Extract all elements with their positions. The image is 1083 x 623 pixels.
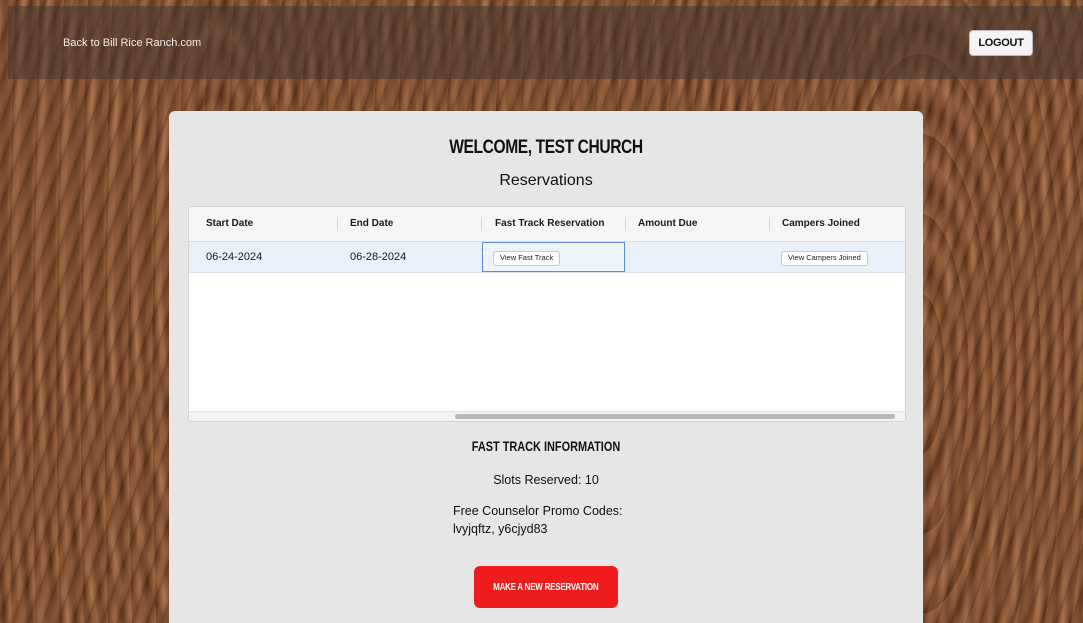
make-new-reservation-button[interactable]: MAKE A NEW RESERVATION [474,566,618,608]
promo-codes-label: Free Counselor Promo Codes: [453,504,623,518]
column-header-amount-due[interactable]: Amount Due [638,207,697,241]
column-header-end-date[interactable]: End Date [350,207,393,241]
view-fast-track-button[interactable]: View Fast Track [493,251,561,266]
welcome-heading: WELCOME, TEST CHURCH [449,137,643,158]
fast-track-cell[interactable]: View Fast Track [482,242,625,272]
column-header-campers-joined[interactable]: Campers Joined [782,207,860,241]
column-header-fast-track[interactable]: Fast Track Reservation [495,207,605,241]
end-date-cell: 06-28-2024 [350,251,407,263]
view-campers-joined-button[interactable]: View Campers Joined [781,251,868,266]
scrollbar-thumb[interactable] [455,414,895,419]
make-new-reservation-label: MAKE A NEW RESERVATION [493,581,599,593]
reservations-table: Start Date End Date Fast Track Reservati… [188,206,906,422]
column-header-start-date[interactable]: Start Date [206,207,253,241]
reservations-title: Reservations [499,172,593,189]
logout-button[interactable]: LOGOUT [969,30,1033,56]
column-divider[interactable] [625,217,626,231]
slots-reserved-text: Slots Reserved: 10 [493,473,599,487]
main-panel: WELCOME, TEST CHURCH Reservations Start … [169,111,923,623]
promo-codes-value: lvyjqftz, y6cjyd83 [453,522,548,536]
horizontal-scrollbar[interactable] [189,411,905,421]
column-divider[interactable] [337,217,338,231]
start-date-cell: 06-24-2024 [206,251,263,263]
column-divider[interactable] [481,217,482,231]
table-row[interactable]: 06-24-2024 06-28-2024 View Fast Track Vi… [189,242,905,273]
table-header: Start Date End Date Fast Track Reservati… [189,207,905,242]
fast-track-heading: FAST TRACK INFORMATION [471,438,621,454]
back-to-site-link[interactable]: Back to Bill Rice Ranch.com [63,37,201,49]
column-divider[interactable] [769,217,770,231]
